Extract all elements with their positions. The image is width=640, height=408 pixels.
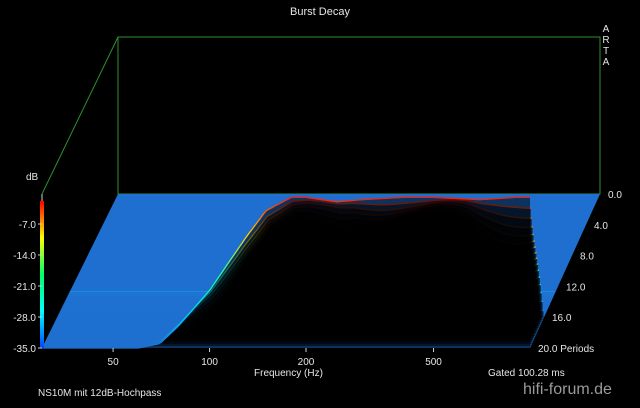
- z-tick-label: 20.0 Periods: [538, 344, 594, 355]
- y-tick-label: -28.0: [13, 313, 36, 324]
- brand-logo: ARTA: [600, 24, 612, 68]
- brand-letter: A: [602, 57, 610, 68]
- decay-slices: [42, 193, 600, 349]
- caption-right: Gated 100.28 ms: [488, 368, 565, 379]
- x-tick-label: 500: [425, 357, 442, 368]
- brand-letter: T: [602, 46, 610, 57]
- z-tick-label: 12.0: [566, 282, 586, 293]
- side-edge: [41, 36, 119, 195]
- x-axis-label: Frequency (Hz): [254, 368, 323, 379]
- x-tick-label: 200: [298, 357, 315, 368]
- waterfall-plot: -35.0 -28.0 -21.0 -14.0 -7.0 50 100 200 500 0.0 4.…: [13, 36, 622, 368]
- watermark: hifi-forum.de: [523, 381, 612, 398]
- x-tick-label: 100: [201, 357, 218, 368]
- y-tick-label: -14.0: [13, 251, 36, 262]
- chart-title: Burst Decay: [290, 6, 350, 18]
- y-tick-label: -21.0: [13, 282, 36, 293]
- back-wall: [117, 36, 601, 195]
- y-axis-label: dB: [26, 172, 39, 183]
- z-tick-label: 16.0: [552, 313, 572, 324]
- brand-letter: A: [602, 24, 610, 35]
- y-tick-label: -7.0: [19, 220, 37, 231]
- caption-left: NS10M mit 12dB-Hochpass: [38, 388, 162, 399]
- db-color-scale: [40, 201, 44, 348]
- x-tick-label: 50: [108, 357, 120, 368]
- z-tick-label: 8.0: [580, 252, 594, 263]
- z-tick-label: 0.0: [608, 190, 622, 201]
- brand-letter: R: [602, 35, 610, 46]
- y-tick-label: -35.0: [13, 344, 36, 355]
- waterfall-chart: -35.0 -28.0 -21.0 -14.0 -7.0 50 100 200 500 0.0 4.…: [0, 0, 640, 403]
- z-tick-label: 4.0: [594, 221, 608, 232]
